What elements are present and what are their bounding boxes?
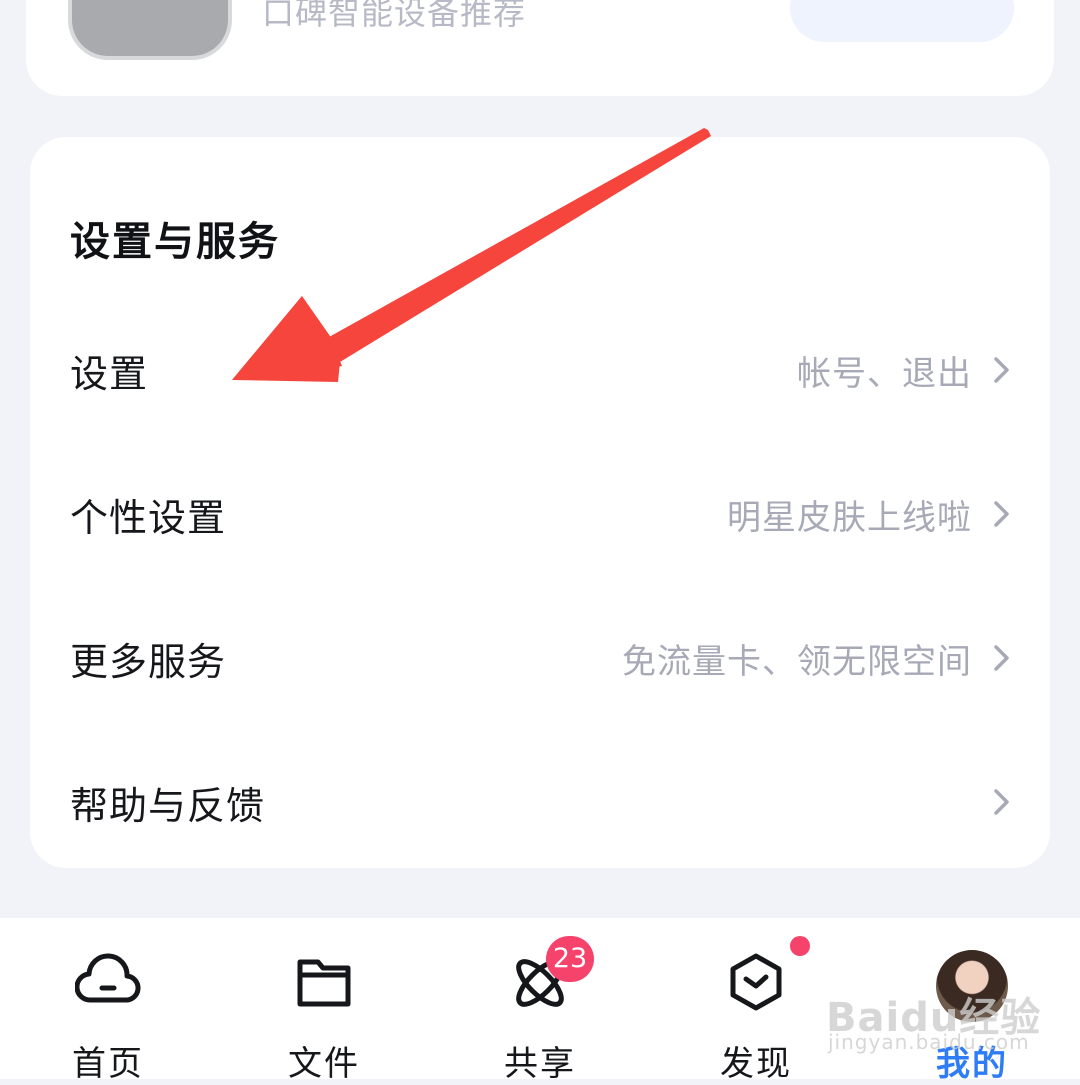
personalize-row-hint: 明星皮肤上线啦 [727, 498, 972, 538]
section-title: 设置与服务 [70, 219, 280, 265]
settings-row-label: 设置 [70, 352, 149, 396]
tab-files-label: 文件 [288, 1044, 360, 1084]
device-recommend-card[interactable]: 口碑智能设备推荐 [26, 0, 1054, 96]
settings-services-card: 设置与服务 设置 帐号、退出 个性设置 明星皮肤上线啦 更多服务 免流量卡、领无… [30, 137, 1050, 868]
discover-clock-icon [730, 953, 782, 1011]
tab-files[interactable]: 文件 [244, 918, 404, 1084]
chevron-right-icon [994, 357, 1009, 383]
tab-discover[interactable]: 发现 [676, 918, 836, 1084]
settings-row-hint: 帐号、退出 [797, 354, 972, 394]
tab-share[interactable]: 23 共享 [460, 918, 620, 1084]
more-services-row-label: 更多服务 [70, 640, 227, 684]
watermark-url: jingyan.baidu.com [828, 1030, 1030, 1054]
tab-home[interactable]: 首页 [28, 918, 188, 1084]
personalize-row[interactable]: 个性设置 明星皮肤上线啦 [30, 463, 1050, 563]
device-recommend-button[interactable] [790, 0, 1014, 42]
chevron-right-icon [994, 789, 1009, 815]
more-services-row[interactable]: 更多服务 免流量卡、领无限空间 [30, 607, 1050, 707]
device-thumbnail [68, 0, 232, 60]
cloud-icon [75, 953, 141, 1003]
discover-notification-dot [790, 936, 810, 956]
tab-share-label: 共享 [504, 1044, 576, 1084]
help-feedback-row-label: 帮助与反馈 [70, 784, 266, 828]
folder-icon [297, 959, 351, 1007]
settings-row[interactable]: 设置 帐号、退出 [30, 319, 1050, 419]
tab-home-label: 首页 [72, 1044, 144, 1084]
chevron-right-icon [994, 645, 1009, 671]
personalize-row-label: 个性设置 [70, 496, 227, 540]
more-services-row-hint: 免流量卡、领无限空间 [622, 642, 972, 682]
tab-discover-label: 发现 [720, 1044, 792, 1084]
device-recommend-text: 口碑智能设备推荐 [262, 0, 527, 32]
chevron-right-icon [994, 501, 1009, 527]
share-badge-count: 23 [546, 936, 594, 982]
help-feedback-row[interactable]: 帮助与反馈 [30, 751, 1050, 851]
